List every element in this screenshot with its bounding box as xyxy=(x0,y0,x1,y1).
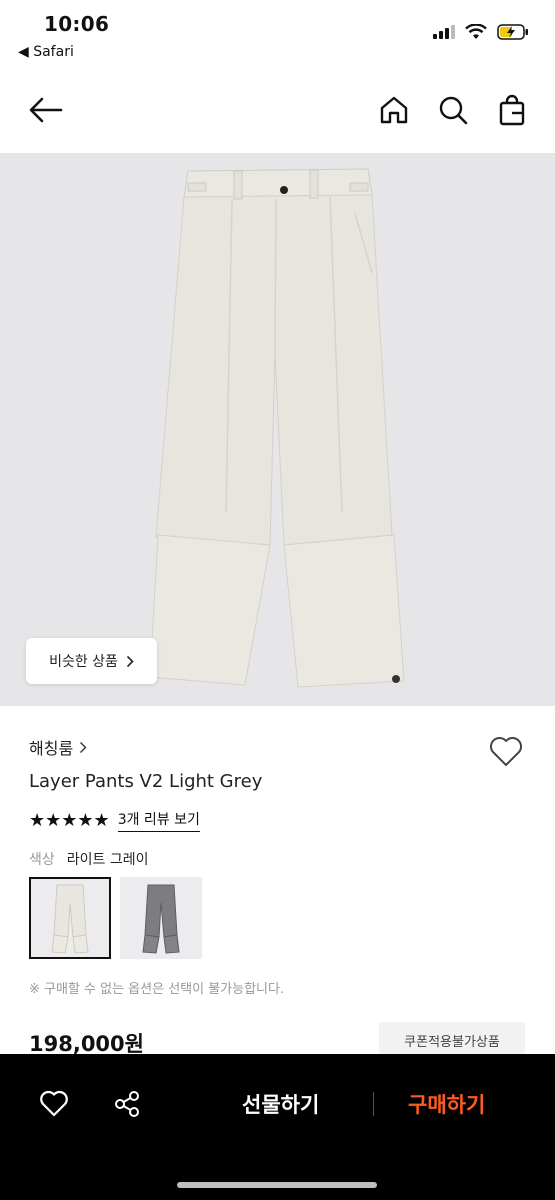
status-time: 10:06 xyxy=(44,12,110,36)
swatch-charcoal[interactable] xyxy=(120,877,202,959)
dark-pants-thumbnail xyxy=(142,884,180,954)
cellular-signal-icon xyxy=(433,25,455,39)
bottom-action-bar: 선물하기 구매하기 xyxy=(0,1054,555,1200)
home-indicator xyxy=(177,1182,377,1188)
similar-products-button[interactable]: 비슷한 상품 xyxy=(26,638,157,684)
wishlist-heart-icon[interactable] xyxy=(489,736,523,768)
color-row: 색상 라이트 그레이 xyxy=(29,849,149,869)
shopping-bag-icon[interactable] xyxy=(494,92,530,128)
product-title: Layer Pants V2 Light Grey xyxy=(29,771,263,792)
reviews-link[interactable]: 3개 리뷰 보기 xyxy=(117,809,200,832)
color-label: 색상 xyxy=(29,852,55,868)
swatch-light-grey[interactable] xyxy=(29,877,111,959)
rating-row: ★★★★★ 3개 리뷰 보기 xyxy=(29,809,200,832)
share-icon[interactable] xyxy=(109,1086,145,1122)
color-value: 라이트 그레이 xyxy=(66,852,149,868)
pants-illustration xyxy=(149,168,405,688)
product-image[interactable] xyxy=(0,153,555,706)
light-pants-thumbnail xyxy=(51,884,89,954)
chevron-right-icon xyxy=(80,741,87,753)
option-notice: ※ 구매할 수 없는 옵션은 선택이 불가능합니다. xyxy=(29,982,285,997)
battery-charging-icon xyxy=(497,24,528,40)
buy-button[interactable]: 구매하기 xyxy=(408,1089,485,1119)
heart-icon[interactable] xyxy=(36,1086,72,1122)
similar-products-label: 비슷한 상품 xyxy=(49,654,118,670)
star-rating: ★★★★★ xyxy=(29,810,110,831)
divider xyxy=(373,1092,374,1116)
brand-name: 해칭룸 xyxy=(29,739,74,758)
back-arrow-icon[interactable] xyxy=(28,92,64,128)
color-swatches xyxy=(29,877,202,959)
wifi-icon xyxy=(465,24,487,39)
gift-button[interactable]: 선물하기 xyxy=(242,1089,319,1119)
top-nav xyxy=(0,80,555,142)
status-icons xyxy=(433,24,529,40)
chevron-right-icon xyxy=(126,655,134,667)
brand-link[interactable]: 해칭룸 xyxy=(29,735,87,759)
home-icon[interactable] xyxy=(376,92,412,128)
coupon-unavailable-badge: 쿠폰적용불가상품 xyxy=(379,1022,525,1058)
search-icon[interactable] xyxy=(435,92,471,128)
status-bar: 10:06 ◀ Safari xyxy=(0,0,555,70)
back-to-app-link[interactable]: ◀ Safari xyxy=(18,44,74,60)
